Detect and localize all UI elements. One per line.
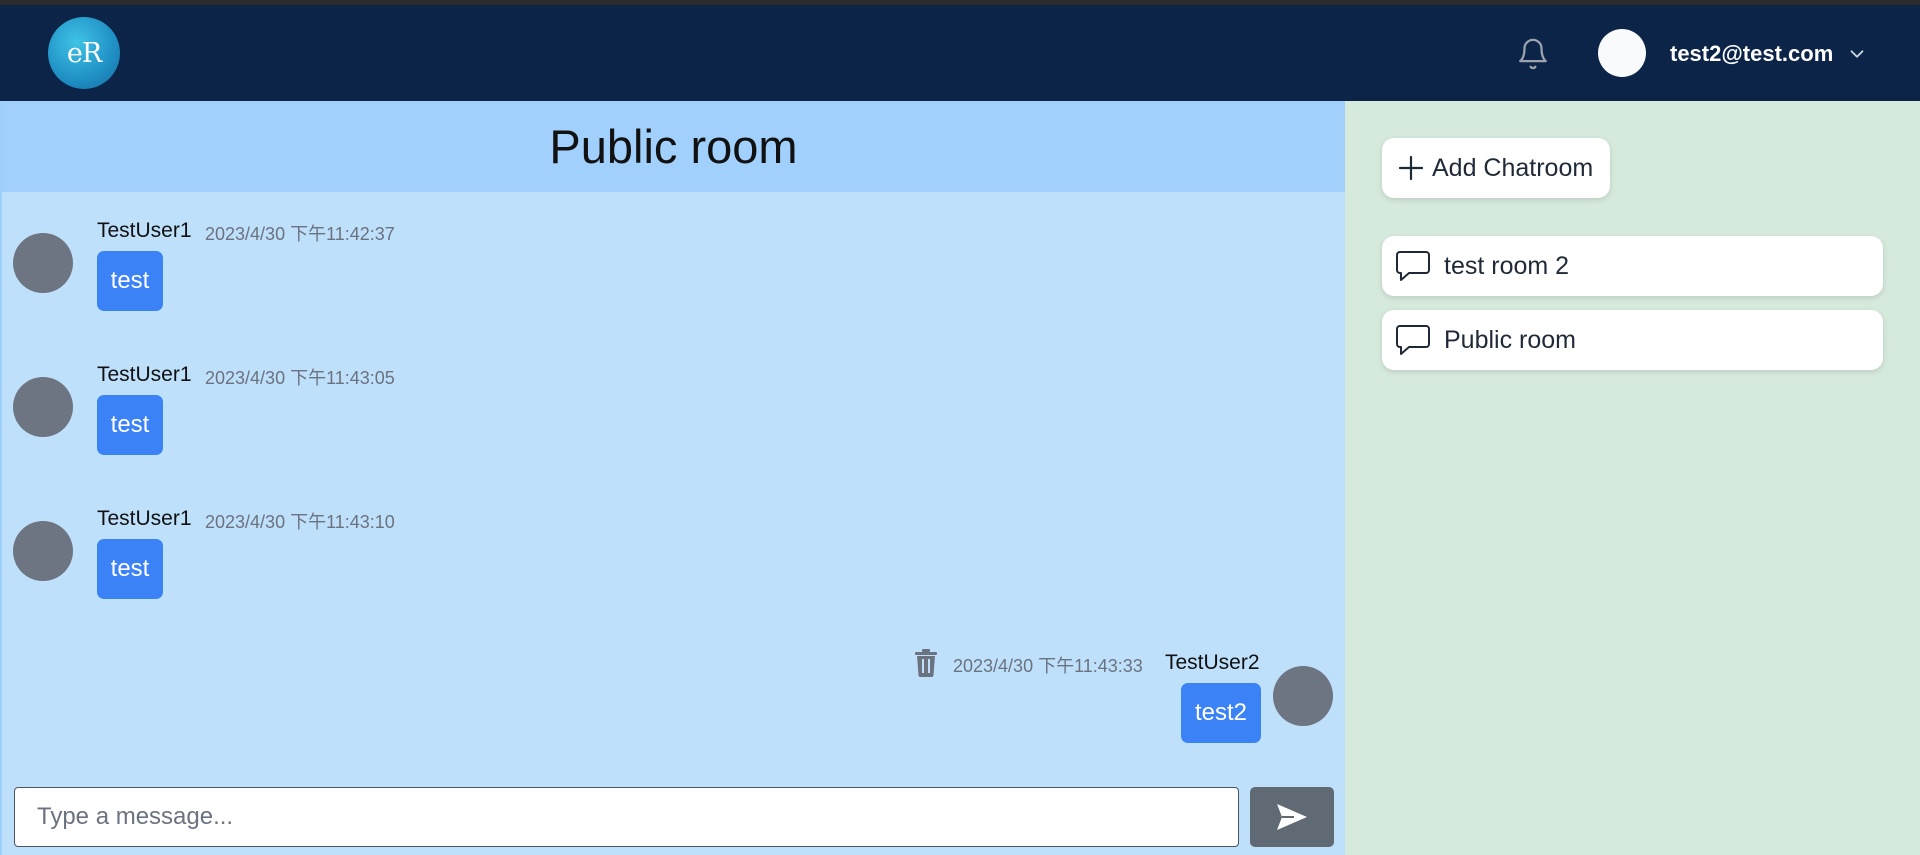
room-item-test-room-2[interactable]: test room 2 (1382, 236, 1883, 296)
message-username: TestUser2 (1165, 651, 1260, 674)
message-avatar (13, 521, 73, 581)
room-item-label: test room 2 (1444, 251, 1570, 280)
message-bubble: test2 (1181, 683, 1261, 743)
message-bubble: test (97, 539, 163, 599)
chevron-down-icon[interactable] (1846, 43, 1868, 65)
room-sidebar: Add Chatroom test room 2 Public room (1345, 101, 1920, 855)
user-avatar[interactable] (1598, 29, 1646, 77)
message-timestamp: 2023/4/30 下午11:43:10 (205, 512, 395, 532)
top-navbar: eR test2@test.com (0, 5, 1920, 101)
add-chatroom-label: Add Chatroom (1432, 153, 1594, 182)
room-header: Public room (2, 101, 1345, 192)
chat-bubble-icon (1396, 251, 1430, 281)
plus-icon (1398, 155, 1424, 181)
send-button[interactable] (1250, 787, 1334, 847)
message-username: TestUser1 (97, 507, 192, 530)
message-timestamp: 2023/4/30 下午11:42:37 (205, 224, 395, 244)
message-avatar (13, 233, 73, 293)
message-input[interactable] (14, 787, 1239, 847)
message-timestamp: 2023/4/30 下午11:43:05 (205, 368, 395, 388)
message-username: TestUser1 (97, 363, 192, 386)
trash-icon[interactable] (914, 649, 938, 677)
chat-bubble-icon (1396, 325, 1430, 355)
send-icon (1277, 804, 1307, 830)
message-bubble: test (97, 395, 163, 455)
message-username: TestUser1 (97, 219, 192, 242)
logo-text: eR (66, 37, 102, 69)
message-avatar (13, 377, 73, 437)
message-timestamp: 2023/4/30 下午11:43:33 (953, 656, 1143, 676)
message-bubble: test (97, 251, 163, 311)
app-logo[interactable]: eR (48, 17, 120, 89)
room-title: Public room (549, 120, 798, 173)
user-email[interactable]: test2@test.com (1670, 41, 1833, 67)
room-item-label: Public room (1444, 325, 1576, 354)
add-chatroom-button[interactable]: Add Chatroom (1382, 138, 1610, 198)
bell-icon[interactable] (1516, 35, 1550, 73)
chat-panel: Public room TestUser1 2023/4/30 下午11:42:… (0, 101, 1345, 855)
message-avatar (1273, 666, 1333, 726)
room-item-public-room[interactable]: Public room (1382, 310, 1883, 370)
